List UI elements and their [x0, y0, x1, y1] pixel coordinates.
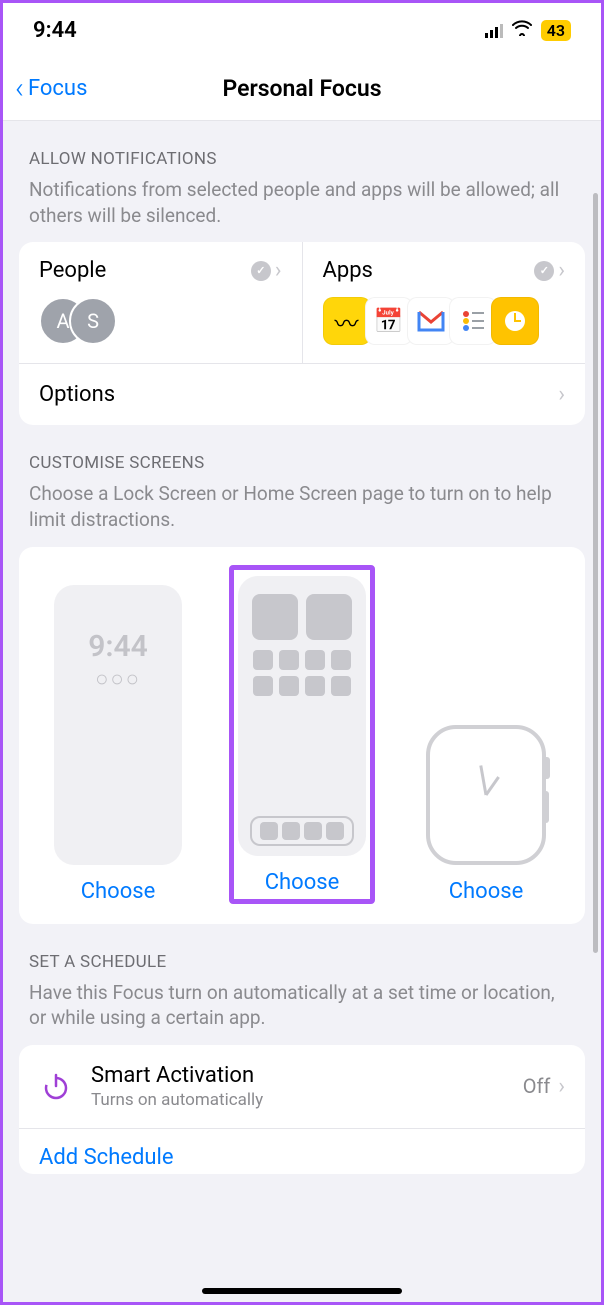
notifications-card: People › A S Apps	[19, 242, 585, 425]
apps-label: Apps	[323, 258, 373, 283]
options-row[interactable]: Options ›	[19, 364, 585, 425]
app-icon: 〰	[323, 297, 371, 345]
customise-desc: Choose a Lock Screen or Home Screen page…	[19, 481, 585, 546]
verified-seal-icon	[251, 261, 271, 281]
lock-screen-option[interactable]: 9:44 ○○○ Choose	[31, 585, 205, 904]
wifi-icon	[511, 20, 533, 41]
schedule-header: SET A SCHEDULE	[19, 924, 585, 980]
verified-seal-icon	[534, 261, 554, 281]
home-screen-preview[interactable]	[238, 576, 366, 856]
smart-activation-subtitle: Turns on automatically	[91, 1090, 263, 1110]
people-cell[interactable]: People › A S	[19, 242, 303, 363]
apps-cell[interactable]: Apps › 〰 📅	[303, 242, 586, 363]
schedule-desc: Have this Focus turn on automatically at…	[19, 980, 585, 1045]
watch-option[interactable]: Choose	[399, 725, 573, 904]
chevron-right-icon: ›	[558, 1074, 565, 1099]
screens-card: 9:44 ○○○ Choose	[19, 547, 585, 924]
avatar: S	[69, 297, 117, 345]
power-icon	[39, 1069, 73, 1103]
battery-indicator: 43	[541, 20, 571, 41]
cellular-signal-icon	[485, 22, 503, 38]
people-label: People	[39, 258, 106, 283]
scrollbar[interactable]	[593, 193, 598, 953]
chevron-left-icon: ‹	[15, 74, 24, 104]
smart-activation-row[interactable]: Smart Activation Turns on automatically …	[19, 1045, 585, 1128]
page-title: Personal Focus	[3, 75, 601, 102]
allow-notifications-desc: Notifications from selected people and a…	[19, 177, 585, 242]
status-bar: 9:44 43	[3, 3, 601, 57]
choose-watch-button[interactable]: Choose	[449, 879, 524, 904]
app-icon	[449, 297, 497, 345]
app-icon	[491, 297, 539, 345]
allow-notifications-header: ALLOW NOTIFICATIONS	[19, 121, 585, 177]
options-label: Options	[39, 382, 115, 407]
back-label: Focus	[28, 76, 87, 101]
watch-preview	[426, 725, 546, 865]
nav-bar: ‹ Focus Personal Focus	[3, 57, 601, 121]
schedule-card: Smart Activation Turns on automatically …	[19, 1045, 585, 1174]
smart-activation-state: Off	[523, 1074, 551, 1098]
chevron-right-icon: ›	[275, 258, 282, 283]
choose-home-button[interactable]: Choose	[238, 870, 366, 895]
chevron-right-icon: ›	[558, 258, 565, 283]
add-schedule-button[interactable]: Add Schedule	[19, 1129, 585, 1174]
smart-activation-title: Smart Activation	[91, 1063, 263, 1088]
customise-header: CUSTOMISE SCREENS	[19, 425, 585, 481]
app-icon	[407, 297, 455, 345]
status-time: 9:44	[33, 18, 77, 43]
choose-lock-button[interactable]: Choose	[81, 879, 156, 904]
back-button[interactable]: ‹ Focus	[15, 74, 87, 104]
chevron-right-icon: ›	[558, 382, 565, 407]
home-screen-highlight: Choose	[229, 565, 375, 904]
home-indicator[interactable]	[202, 1288, 402, 1294]
app-icon: 📅	[365, 297, 413, 345]
lock-screen-preview: 9:44 ○○○	[54, 585, 182, 865]
